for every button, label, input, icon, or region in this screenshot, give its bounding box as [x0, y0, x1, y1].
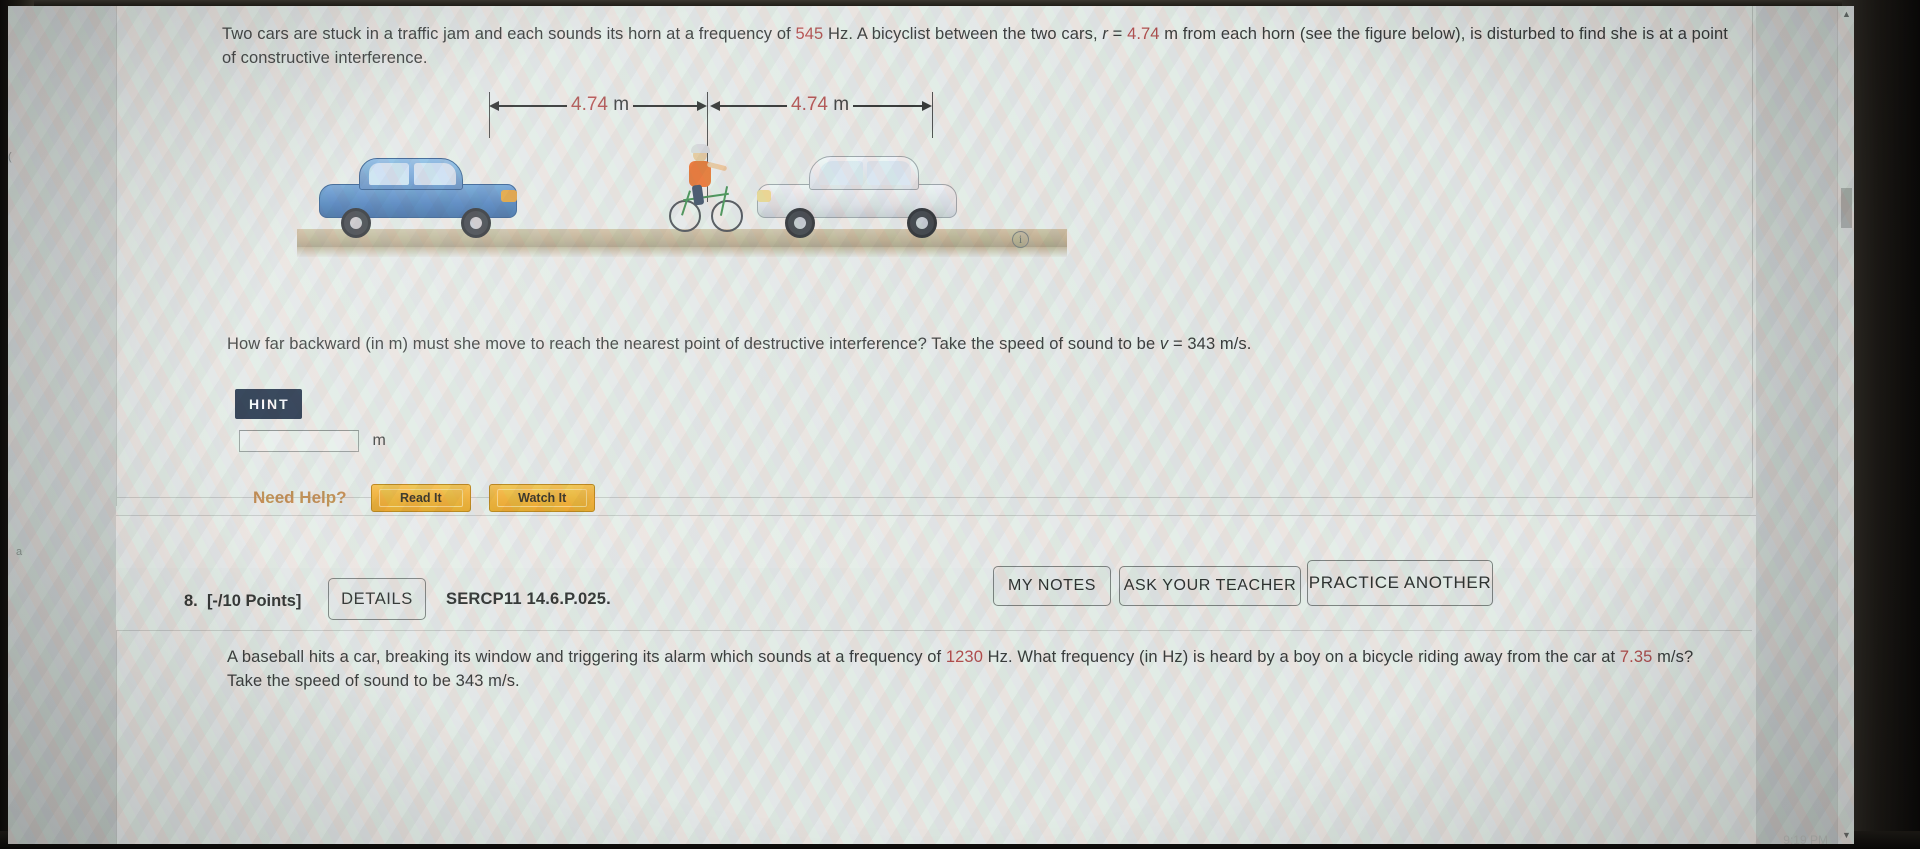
vertical-scrollbar[interactable]: ▲ ▼	[1837, 6, 1854, 844]
q8-frequency-value: 1230	[945, 648, 983, 666]
car-left-wheel-rear	[341, 208, 371, 238]
watch-it-label: Watch It	[497, 489, 588, 507]
dimension-arrow-left-end	[697, 101, 707, 111]
left-page-margin: ( a	[8, 6, 116, 844]
question-7-box: Two cars are stuck in a traffic jam and …	[117, 6, 1753, 512]
scroll-up-arrow[interactable]: ▲	[1838, 6, 1854, 23]
car-right-headlight	[757, 190, 771, 202]
car-left-window-front	[369, 163, 409, 185]
read-it-button[interactable]: Read It	[370, 484, 471, 512]
question-8-number: 8.	[184, 592, 198, 610]
answer-input-question-7[interactable]	[239, 430, 359, 452]
question-8-box: A baseball hits a car, breaking its wind…	[116, 630, 1752, 844]
car-right-wheel-rear	[907, 208, 937, 238]
answer-row-question-7: m	[239, 430, 386, 452]
dimension-tick-left	[489, 92, 490, 138]
q7-stmt-part1: Two cars are stuck in a traffic jam and …	[222, 25, 796, 43]
info-icon[interactable]: i	[1012, 231, 1029, 248]
hint-button-question-7[interactable]: HINT	[235, 389, 302, 419]
q7-r-value: 4.74	[1127, 25, 1160, 43]
answer-unit-question-7: m	[372, 432, 386, 449]
photographed-screen: ( a Two cars are stuck in a traffic jam …	[0, 0, 1920, 849]
figure-bicyclist	[667, 140, 747, 236]
question-8-statement: A baseball hits a car, breaking its wind…	[227, 645, 1697, 693]
dimension-arrow-right-start	[710, 101, 720, 111]
dimension-arrow-left-start	[489, 101, 499, 111]
margin-glyph-2: a	[16, 546, 23, 558]
read-it-label: Read It	[378, 489, 463, 507]
scrollbar-thumb[interactable]	[1841, 188, 1852, 228]
car-right-wheel-front	[785, 208, 815, 238]
my-notes-button[interactable]: MY NOTES	[993, 566, 1111, 606]
monitor-screen: ( a Two cars are stuck in a traffic jam …	[8, 6, 1854, 844]
q8-speed-value: 7.35	[1619, 648, 1653, 666]
car-left-headlight	[501, 190, 517, 202]
car-left-hub-front	[470, 217, 482, 229]
q7-frequency-value: 545	[795, 25, 824, 43]
dimension-label-right-value: 4.74	[791, 94, 828, 115]
car-left-window-rear	[414, 163, 456, 185]
q8-stmt-part2: Hz. What frequency (in Hz) is heard by a…	[982, 648, 1620, 666]
margin-glyph: (	[8, 151, 12, 163]
dimension-label-right: 4.74 m	[787, 94, 854, 116]
q7-stmt-part2: Hz. A bicyclist between the two cars,	[823, 25, 1103, 43]
dimension-label-left: 4.74 m	[567, 94, 634, 116]
dimension-tick-right	[932, 92, 933, 138]
q8-stmt-part1: A baseball hits a car, breaking its wind…	[227, 648, 946, 666]
figure-car-left	[319, 152, 519, 238]
car-right-window-rear	[867, 161, 911, 185]
question-8-code: SERCP11 14.6.P.025.	[446, 590, 611, 608]
assignment-content: Two cars are stuck in a traffic jam and …	[116, 6, 1756, 844]
watch-it-button[interactable]: Watch It	[489, 484, 596, 512]
question-7-subquestion: How far backward (in m) must she move to…	[227, 332, 1677, 356]
figure-car-right	[757, 146, 962, 238]
q7-stmt-part3: =	[1107, 25, 1128, 43]
bicycle-wheel-front	[711, 200, 743, 232]
dimension-label-right-unit: m	[827, 94, 850, 115]
need-help-row: Need Help? Read It Watch It	[253, 484, 609, 512]
rider-helmet	[691, 144, 710, 153]
taskbar-clock: 9:19 PM	[1783, 833, 1828, 847]
practice-another-button[interactable]: PRACTICE ANOTHER	[1307, 560, 1493, 606]
q7-sub-part1: How far backward (in m) must she move to…	[227, 335, 1160, 353]
q7-sub-part2: = 343 m/s.	[1168, 335, 1252, 353]
question-7-card: Two cars are stuck in a traffic jam and …	[116, 6, 1756, 516]
question-8-card: 8. [-/10 Points] DETAILS SERCP11 14.6.P.…	[116, 560, 1756, 844]
car-left-wheel-front	[461, 208, 491, 238]
car-right-hub-rear	[916, 217, 928, 229]
dimension-label-left-value: 4.74	[571, 94, 608, 115]
figure-ground-edge	[297, 247, 1067, 257]
dimension-arrow-right-end	[922, 101, 932, 111]
question-8-points: 8. [-/10 Points]	[184, 592, 301, 611]
question-7-inner: Two cars are stuck in a traffic jam and …	[116, 6, 1756, 512]
rider-leg	[691, 184, 705, 206]
question-8-points-value: [-/10 Points]	[206, 592, 302, 610]
question-7-statement: Two cars are stuck in a traffic jam and …	[222, 22, 1732, 70]
dimension-label-left-unit: m	[607, 94, 630, 115]
car-right-window-front	[819, 161, 863, 185]
car-right-hub-front	[794, 217, 806, 229]
ask-your-teacher-button[interactable]: ASK YOUR TEACHER	[1119, 566, 1301, 606]
car-left-hub-rear	[350, 217, 362, 229]
need-help-label: Need Help?	[253, 488, 347, 507]
scroll-down-arrow[interactable]: ▼	[1838, 827, 1854, 844]
details-button[interactable]: DETAILS	[328, 578, 426, 620]
